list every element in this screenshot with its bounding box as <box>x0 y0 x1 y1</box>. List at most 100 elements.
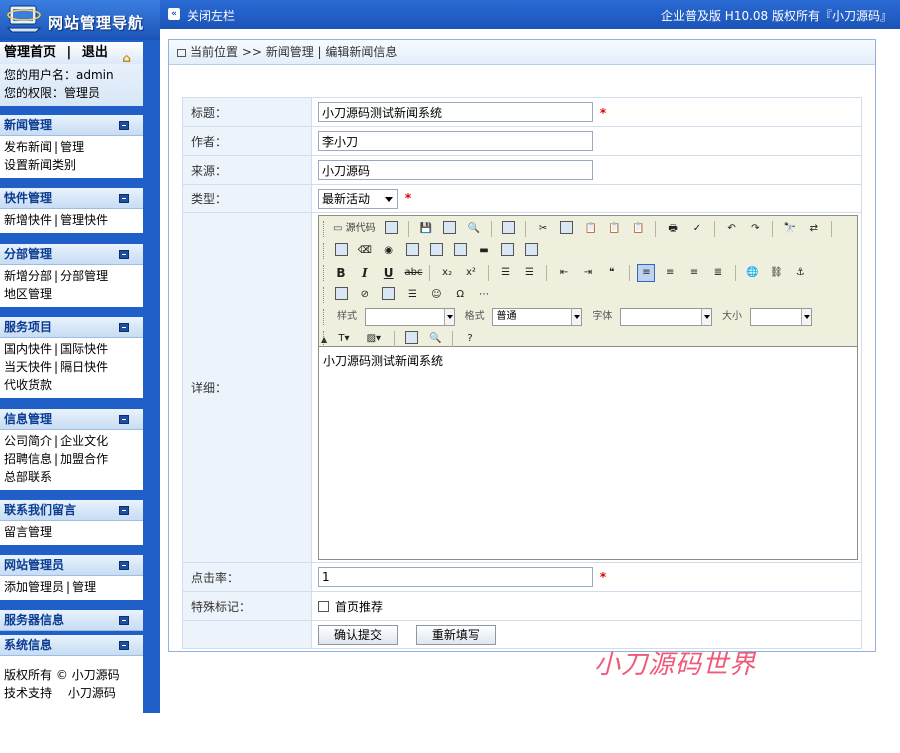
help-icon[interactable]: ? <box>461 330 479 348</box>
select-field-icon[interactable] <box>451 242 469 260</box>
sidebar-section-title[interactable]: 服务器信息 <box>0 610 143 631</box>
textarea-icon[interactable] <box>427 242 445 260</box>
blockquote-icon[interactable]: ❝ <box>603 264 621 282</box>
templates-icon[interactable] <box>499 220 517 238</box>
sidebar-link[interactable]: 添加管理员 <box>4 580 64 594</box>
preview-template-icon[interactable] <box>382 220 400 238</box>
sidebar-link[interactable]: 发布新闻 <box>4 140 52 154</box>
sidebar-link[interactable]: 国内快件 <box>4 342 52 356</box>
indent-icon[interactable]: ⇥ <box>579 264 597 282</box>
sidebar-section-title[interactable]: 分部管理 <box>0 244 143 265</box>
format-combo[interactable]: 普通 <box>492 308 583 326</box>
preview-icon[interactable]: 🔍 <box>465 220 483 238</box>
hits-input[interactable] <box>318 567 593 587</box>
homepage-recommend-checkbox[interactable] <box>318 600 329 612</box>
font-combo[interactable] <box>620 308 713 326</box>
horizontal-rule-icon[interactable]: ☰ <box>403 286 421 304</box>
save-icon[interactable]: 💾 <box>417 220 435 238</box>
editor-content-area[interactable]: 小刀源码测试新闻系统 <box>319 347 857 374</box>
unlink-icon[interactable]: ⛓ <box>767 264 785 282</box>
numbered-list-icon[interactable]: ☰ <box>497 264 515 282</box>
sidebar-section-title[interactable]: 联系我们留言 <box>0 500 143 521</box>
sidebar-link[interactable]: 国际快件 <box>60 342 108 356</box>
page-break-icon[interactable]: ⋯ <box>475 286 493 304</box>
section-toggle-icon[interactable] <box>119 506 129 515</box>
sidebar-link[interactable]: 公司简介 <box>4 434 52 448</box>
source-input[interactable] <box>318 160 593 180</box>
sidebar-section-title[interactable]: 系统信息 <box>0 635 143 656</box>
sidebar-link[interactable]: 代收货款 <box>4 378 52 392</box>
sidebar-section-title[interactable]: 服务项目 <box>0 317 143 338</box>
type-select[interactable]: 最新活动 <box>318 188 398 209</box>
image-button-icon[interactable] <box>499 242 517 260</box>
section-toggle-icon[interactable] <box>119 561 129 570</box>
submit-button[interactable]: 确认提交 <box>318 624 398 645</box>
special-char-icon[interactable]: Ω <box>451 286 469 304</box>
strikethrough-icon[interactable]: abc <box>403 264 422 282</box>
sidebar-link[interactable]: 管理 <box>72 580 96 594</box>
hidden-field-icon[interactable] <box>523 242 541 260</box>
sidebar-link[interactable]: 企业文化 <box>60 434 108 448</box>
link-icon[interactable]: 🌐 <box>744 264 762 282</box>
sidebar-link[interactable]: 管理 <box>60 140 84 154</box>
image-icon[interactable] <box>332 286 350 304</box>
sidebar-section-title[interactable]: 信息管理 <box>0 409 143 430</box>
cut-icon[interactable]: ✂ <box>534 220 552 238</box>
sidebar-section-title[interactable]: 网站管理员 <box>0 555 143 576</box>
sidebar-section-title[interactable]: 新闻管理 <box>0 115 143 136</box>
source-code-button[interactable]: ▭ 源代码 <box>333 220 376 238</box>
sidebar-section-title[interactable]: 快件管理 <box>0 188 143 209</box>
find-icon[interactable]: 🔭 <box>781 220 799 238</box>
bold-icon[interactable]: B <box>332 264 350 282</box>
align-center-icon[interactable]: ≡ <box>661 264 679 282</box>
bg-color-icon[interactable]: ▨▾ <box>362 330 386 348</box>
spellcheck-icon[interactable]: ✓ <box>688 220 706 238</box>
redo-icon[interactable]: ↷ <box>746 220 764 238</box>
align-right-icon[interactable]: ≡ <box>685 264 703 282</box>
style-combo[interactable] <box>364 308 455 326</box>
reset-button[interactable]: 重新填写 <box>415 624 496 645</box>
text-field-icon[interactable] <box>403 242 421 260</box>
paste-word-icon[interactable]: 📋 <box>629 220 647 238</box>
table-icon[interactable] <box>380 286 398 304</box>
sidebar-link[interactable]: 管理快件 <box>60 213 108 227</box>
section-toggle-icon[interactable] <box>119 323 129 332</box>
sidebar-link[interactable]: 设置新闻类别 <box>4 158 76 172</box>
section-toggle-icon[interactable] <box>119 250 129 259</box>
underline-icon[interactable]: U <box>380 264 398 282</box>
flash-icon[interactable]: ⊘ <box>356 286 374 304</box>
section-toggle-icon[interactable] <box>119 415 129 424</box>
sidebar-link[interactable]: 新增快件 <box>4 213 52 227</box>
smiley-icon[interactable]: ☺ <box>427 286 445 304</box>
section-toggle-icon[interactable] <box>119 616 129 625</box>
logout-link[interactable]: 退出 <box>82 45 108 60</box>
sidebar-link[interactable]: 地区管理 <box>4 287 52 301</box>
section-toggle-icon[interactable] <box>119 194 129 203</box>
sidebar-link[interactable]: 招聘信息 <box>4 452 52 466</box>
sidebar-link[interactable]: 总部联系 <box>4 470 52 484</box>
radio-icon[interactable]: ◉ <box>380 242 398 260</box>
bulleted-list-icon[interactable]: ☰ <box>520 264 538 282</box>
author-input[interactable] <box>318 131 593 151</box>
sidebar-link[interactable]: 当天快件 <box>4 360 52 374</box>
show-blocks-icon[interactable]: 🔍 <box>426 330 444 348</box>
align-justify-icon[interactable]: ≣ <box>709 264 727 282</box>
sidebar-link[interactable]: 隔日快件 <box>60 360 108 374</box>
superscript-icon[interactable]: x² <box>462 264 480 282</box>
paste-icon[interactable]: 📋 <box>582 220 600 238</box>
house-icon[interactable]: ⌂ <box>122 47 131 69</box>
sidebar-link[interactable]: 新增分部 <box>4 269 52 283</box>
align-left-icon[interactable]: ≡ <box>637 264 656 282</box>
close-left-link[interactable]: 关闭左栏 <box>187 7 235 24</box>
text-color-icon[interactable]: T▾ <box>332 330 356 348</box>
anchor-icon[interactable]: ⚓ <box>791 264 809 282</box>
outdent-icon[interactable]: ⇤ <box>555 264 573 282</box>
print-icon[interactable]: 🖶 <box>664 220 682 238</box>
sidebar-link[interactable]: 留言管理 <box>4 525 52 539</box>
italic-icon[interactable]: I <box>356 264 374 282</box>
copy-icon[interactable] <box>558 220 576 238</box>
title-input[interactable] <box>318 102 593 122</box>
button-field-icon[interactable]: ▬ <box>475 242 493 260</box>
section-toggle-icon[interactable] <box>119 121 129 130</box>
subscript-icon[interactable]: x₂ <box>438 264 456 282</box>
